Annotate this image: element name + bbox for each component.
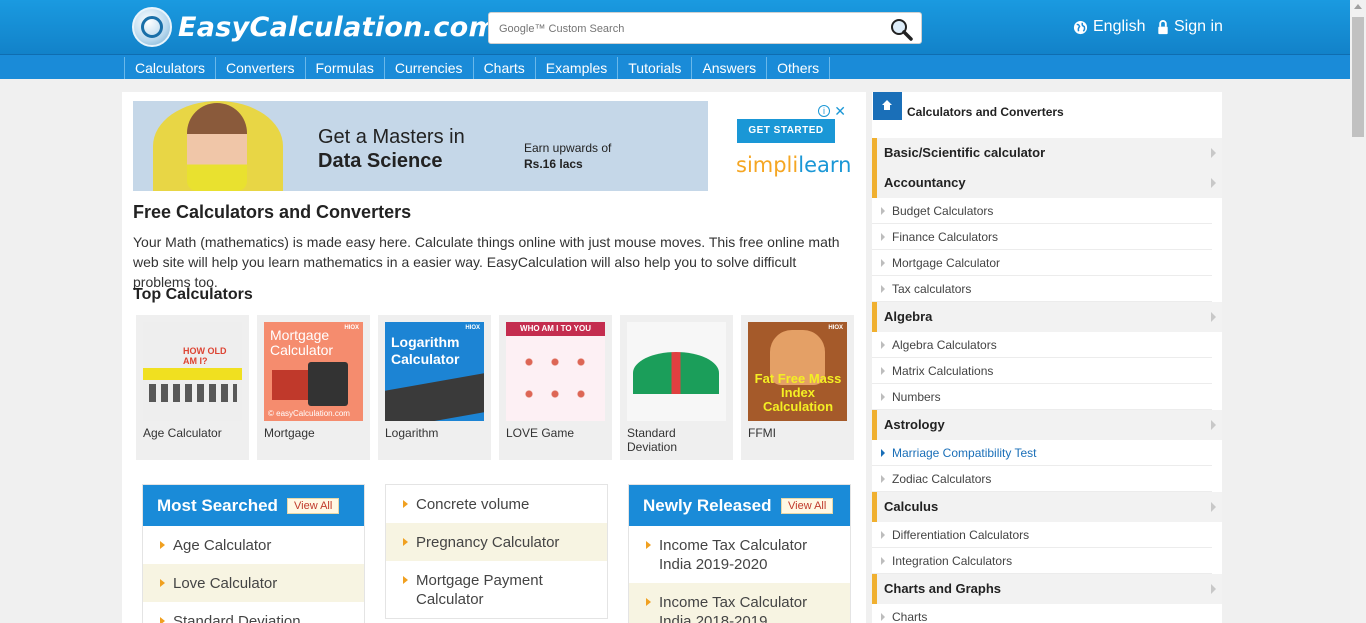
sidebar-item-matrix[interactable]: Matrix Calculations: [872, 358, 1212, 384]
sidebar-category-accountancy[interactable]: Accountancy: [872, 168, 1222, 198]
list-item[interactable]: Income Tax Calculator India 2019-2020: [629, 526, 850, 583]
nav-answers[interactable]: Answers: [691, 57, 768, 79]
sidebar-item-tax[interactable]: Tax calculators: [872, 276, 1212, 302]
search-icon: [891, 19, 913, 41]
search-button[interactable]: [889, 17, 913, 41]
site-header: EasyCalculation.com English Sign in: [0, 0, 1350, 54]
list-item[interactable]: Pregnancy Calculator: [386, 523, 607, 561]
search-box: [488, 12, 922, 44]
card-love-game[interactable]: WHO AM I TO YOU LOVE Game: [499, 315, 612, 460]
card-label: Mortgage: [264, 426, 315, 440]
nav-currencies[interactable]: Currencies: [383, 57, 474, 79]
logarithm-thumbnail: HIOX Logarithm Calculator: [385, 322, 484, 421]
sidebar-category-charts-graphs[interactable]: Charts and Graphs: [872, 574, 1222, 604]
newly-released-panel: Newly Released View All Income Tax Calcu…: [628, 484, 851, 623]
ad-headline-1: Get a Masters in: [318, 126, 465, 148]
lock-icon: [1158, 19, 1168, 34]
most-searched-panel: Most Searched View All Age Calculator Lo…: [142, 484, 365, 623]
card-age-calculator[interactable]: HOW OLD AM I? Age Calculator: [136, 315, 249, 460]
sidebar-category-astrology[interactable]: Astrology: [872, 410, 1222, 440]
sign-in-label: Sign in: [1174, 18, 1223, 35]
nav-others[interactable]: Others: [766, 57, 831, 79]
sidebar-item-charts[interactable]: Charts: [872, 604, 1212, 623]
card-label: LOVE Game: [506, 426, 575, 440]
sidebar-item-numbers[interactable]: Numbers: [872, 384, 1212, 410]
card-label: Logarithm: [385, 426, 439, 440]
logo-text: EasyCalculation.com: [178, 11, 497, 43]
ad-side[interactable]: i ✕ GET STARTED simplilearn: [708, 101, 854, 191]
main-nav: Calculators Converters Formulas Currenci…: [0, 54, 1350, 79]
most-searched-view-all[interactable]: View All: [287, 498, 340, 514]
sidebar-category-algebra[interactable]: Algebra: [872, 302, 1222, 332]
home-icon: [882, 100, 892, 110]
ad-person-image: [187, 103, 247, 191]
home-button[interactable]: [873, 92, 902, 120]
top-calculators-heading: Top Calculators: [133, 286, 253, 303]
scroll-up-icon[interactable]: [1354, 4, 1362, 9]
nav-formulas[interactable]: Formulas: [304, 57, 385, 79]
sidebar-category-basic-scientific[interactable]: Basic/Scientific calculator: [872, 138, 1222, 168]
scroll-thumb[interactable]: [1352, 17, 1364, 137]
main-content: Get a Masters in Data Science Earn upwar…: [122, 92, 866, 623]
ad-brand-logo: simplilearn: [736, 153, 852, 177]
nav-converters[interactable]: Converters: [215, 57, 306, 79]
list-item[interactable]: Age Calculator: [143, 526, 364, 564]
sidebar-item-marriage-compatibility[interactable]: Marriage Compatibility Test: [872, 440, 1212, 466]
sidebar-categories: Basic/Scientific calculator Accountancy …: [872, 138, 1222, 623]
ad-banner[interactable]: Get a Masters in Data Science Earn upwar…: [133, 101, 708, 191]
sign-in-link[interactable]: Sign in: [1157, 18, 1223, 36]
popular-list-panel: Concrete volume Pregnancy Calculator Mor…: [385, 484, 608, 619]
sidebar-item-algebra[interactable]: Algebra Calculators: [872, 332, 1212, 358]
sidebar-item-budget[interactable]: Budget Calculators: [872, 198, 1212, 224]
card-ffmi[interactable]: HIOX Fat Free Mass Index Calculation FFM…: [741, 315, 854, 460]
nav-calculators[interactable]: Calculators: [124, 57, 217, 79]
ad-headline-2: Data Science: [318, 150, 443, 172]
sidebar-title: Calculators and Converters: [907, 105, 1064, 119]
card-label: Age Calculator: [143, 426, 222, 440]
ad-earn-1: Earn upwards of: [524, 141, 612, 155]
nav-examples[interactable]: Examples: [534, 57, 619, 79]
mortgage-thumbnail: HIOX Mortgage Calculator © easyCalculati…: [264, 322, 363, 421]
age-calculator-thumbnail: HOW OLD AM I?: [143, 322, 242, 421]
newly-released-title: Newly Released: [643, 496, 772, 515]
page-title: Free Calculators and Converters: [133, 202, 412, 222]
top-calculators-grid: HOW OLD AM I? Age Calculator HIOX Mortga…: [136, 315, 854, 460]
sidebar-category-calculus[interactable]: Calculus: [872, 492, 1222, 522]
list-item[interactable]: Mortgage Payment Calculator: [386, 561, 607, 618]
card-label: FFMI: [748, 426, 776, 440]
card-logarithm[interactable]: HIOX Logarithm Calculator Logarithm: [378, 315, 491, 460]
page-scrollbar[interactable]: [1350, 0, 1366, 623]
language-label: English: [1093, 18, 1146, 35]
list-item[interactable]: Love Calculator: [143, 564, 364, 602]
card-standard-deviation[interactable]: Standard Deviation: [620, 315, 733, 460]
nav-charts[interactable]: Charts: [472, 57, 536, 79]
sidebar-item-zodiac[interactable]: Zodiac Calculators: [872, 466, 1212, 492]
ffmi-thumbnail: HIOX Fat Free Mass Index Calculation: [748, 322, 847, 421]
sidebar-item-mortgage[interactable]: Mortgage Calculator: [872, 250, 1212, 276]
sidebar-item-differentiation[interactable]: Differentiation Calculators: [872, 522, 1212, 548]
ad-get-started-button[interactable]: GET STARTED: [737, 119, 835, 143]
language-link[interactable]: English: [1073, 18, 1145, 36]
list-item[interactable]: Concrete volume: [386, 485, 607, 523]
standard-deviation-thumbnail: [627, 322, 726, 421]
sidebar-item-integration[interactable]: Integration Calculators: [872, 548, 1212, 574]
ad-earn-2: Rs.16 lacs: [524, 157, 583, 171]
sidebar-item-finance[interactable]: Finance Calculators: [872, 224, 1212, 250]
logo-icon: [132, 7, 172, 47]
ad-info-icon[interactable]: i: [818, 105, 830, 117]
globe-icon: [1073, 20, 1088, 34]
ad-close-icon[interactable]: ✕: [834, 103, 846, 120]
site-logo[interactable]: EasyCalculation.com: [132, 7, 497, 47]
card-label: Standard Deviation: [627, 426, 678, 454]
search-input[interactable]: [499, 19, 879, 39]
list-item[interactable]: Standard Deviation: [143, 602, 364, 623]
most-searched-title: Most Searched: [157, 496, 278, 515]
list-item[interactable]: Income Tax Calculator India 2018-2019: [629, 583, 850, 623]
newly-released-view-all[interactable]: View All: [781, 498, 834, 514]
card-mortgage[interactable]: HIOX Mortgage Calculator © easyCalculati…: [257, 315, 370, 460]
nav-tutorials[interactable]: Tutorials: [617, 57, 693, 79]
sidebar: Calculators and Converters Basic/Scienti…: [872, 92, 1222, 623]
intro-text: Your Math (mathematics) is made easy her…: [133, 234, 840, 290]
love-game-thumbnail: WHO AM I TO YOU: [506, 322, 605, 421]
